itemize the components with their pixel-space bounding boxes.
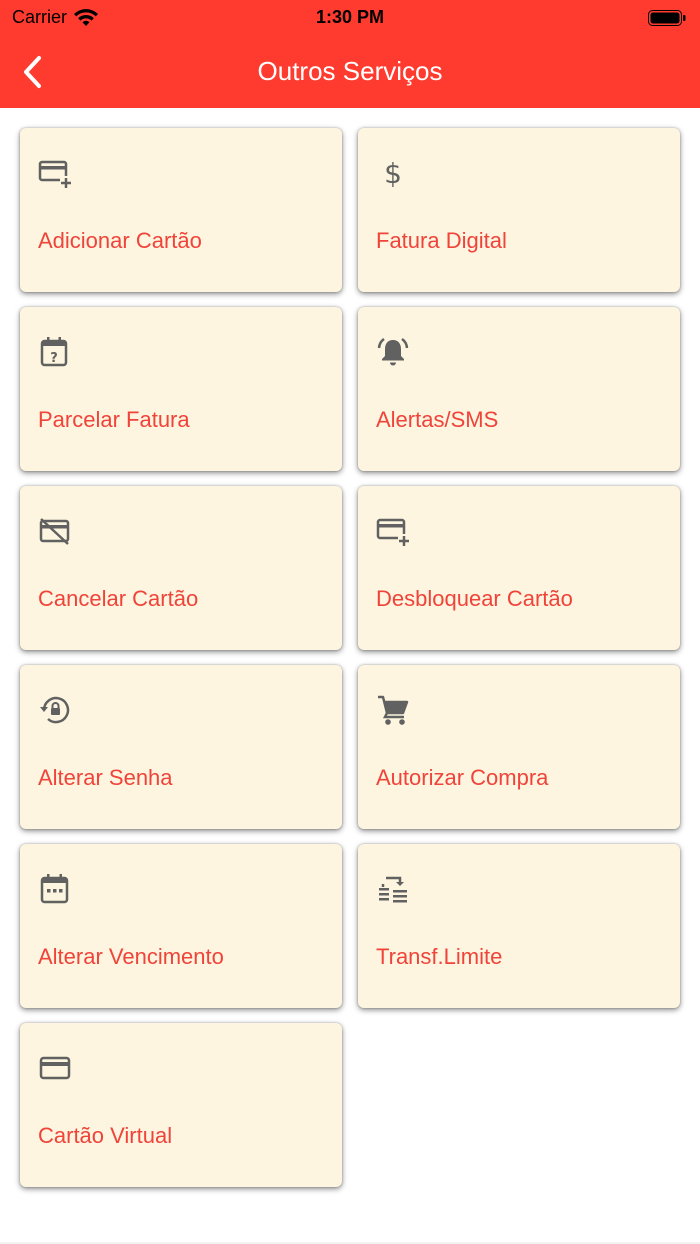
credit-card-icon — [39, 1056, 71, 1080]
service-label: Transf.Limite — [376, 944, 503, 969]
service-card-alterar-senha[interactable]: Alterar Senha — [20, 665, 342, 829]
status-time: 1:30 PM — [315, 7, 385, 27]
service-label: Alertas/SMS — [376, 407, 499, 432]
service-label: Cartão Virtual — [38, 1123, 173, 1148]
service-card-alertas-sms[interactable]: Alertas/SMS — [358, 307, 680, 471]
service-card-fatura-digital[interactable]: $ Fatura Digital — [358, 128, 680, 292]
service-card-cancelar-cartao[interactable]: Cancelar Cartão — [20, 486, 342, 650]
calendar-icon — [40, 874, 69, 904]
service-card-cartao-virtual[interactable]: Cartão Virtual — [20, 1023, 342, 1187]
service-card-parcelar-fatura[interactable]: ? Parcelar Fatura — [20, 307, 342, 471]
service-card-adicionar-cartao[interactable]: Adicionar Cartão — [20, 128, 342, 292]
card-off-icon — [39, 518, 70, 545]
page-title: Outros Serviços — [257, 56, 443, 86]
service-label: Alterar Senha — [38, 765, 173, 790]
service-card-desbloquear-cartao[interactable]: Desbloquear Cartão — [358, 486, 680, 650]
service-card-transf-limite[interactable]: Transf.Limite — [358, 844, 680, 1008]
svg-text:?: ? — [50, 351, 58, 366]
transfer-icon — [379, 876, 407, 903]
status-bar: Carrier 1:30 PM — [0, 0, 700, 36]
service-label: Desbloquear Cartão — [376, 586, 573, 611]
calendar-question-icon: ? — [40, 337, 68, 367]
service-label: Autorizar Compra — [376, 765, 549, 790]
service-label: Adicionar Cartão — [38, 228, 202, 253]
shopping-cart-icon — [378, 695, 409, 725]
service-label: Cancelar Cartão — [38, 586, 199, 611]
app-header: Carrier 1:30 PM Outros Serviços — [0, 0, 700, 108]
service-card-alterar-vencimento[interactable]: Alterar Vencimento — [20, 844, 342, 1008]
service-label: Alterar Vencimento — [38, 944, 224, 969]
lock-reset-icon — [40, 696, 70, 724]
service-label: Fatura Digital — [376, 228, 507, 253]
dollar-icon: $ — [384, 157, 402, 190]
svg-text:$: $ — [384, 157, 402, 190]
add-card-icon — [38, 160, 72, 188]
navigation-bar: Outros Serviços — [0, 40, 700, 104]
service-label: Parcelar Fatura — [38, 407, 190, 432]
add-card-icon — [376, 518, 410, 546]
service-card-autorizar-compra[interactable]: Autorizar Compra — [358, 665, 680, 829]
bell-ringing-icon — [377, 337, 409, 366]
battery-icon — [648, 10, 686, 26]
